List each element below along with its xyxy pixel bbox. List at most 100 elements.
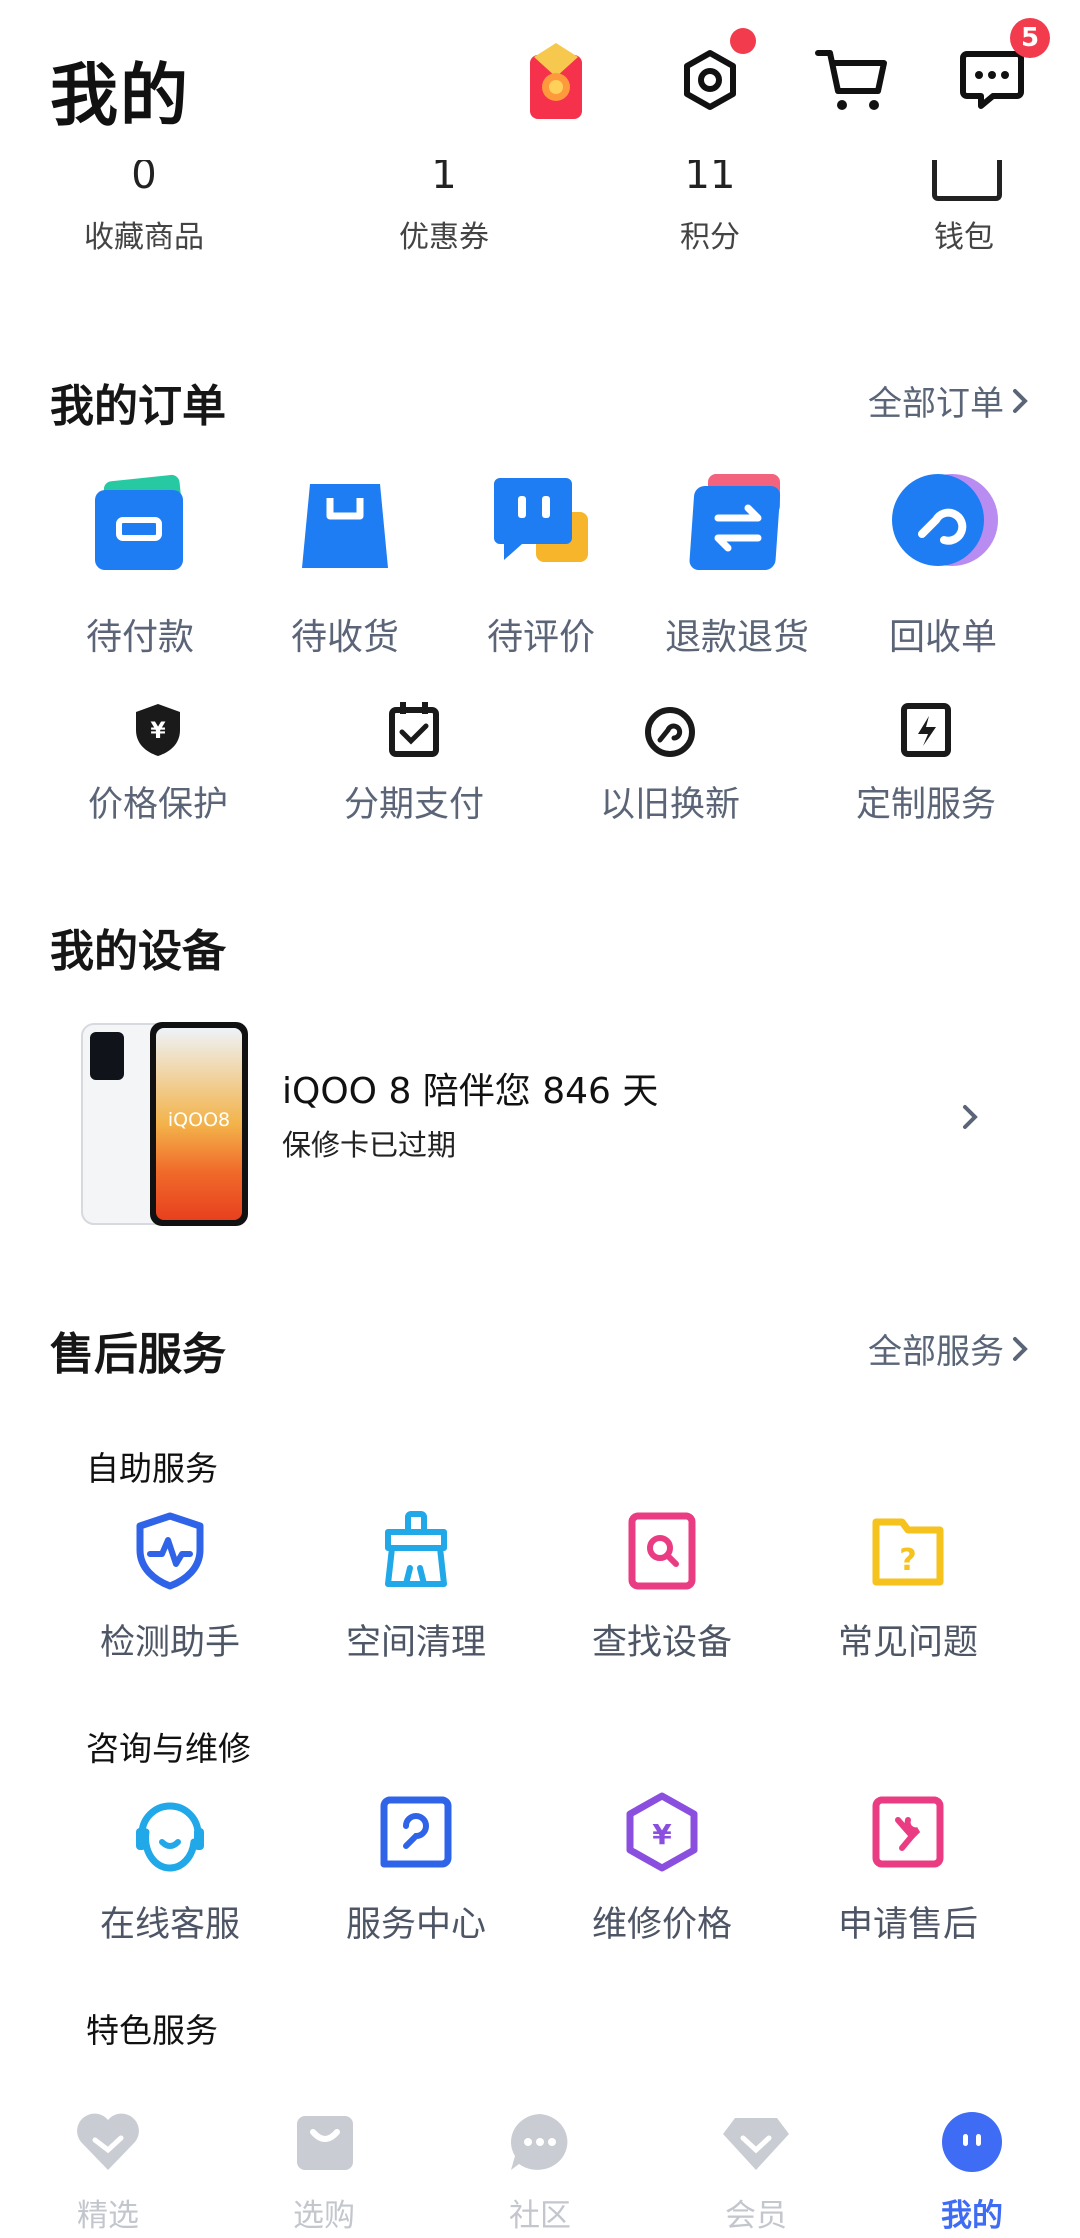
bag-icon (289, 2110, 359, 2174)
apply-after-sales-icon (868, 1792, 948, 1872)
nav-me-label: 我的 (941, 2198, 1003, 2234)
chevron-right-icon (1013, 1336, 1028, 1361)
all-services-link[interactable]: 全部服务 (868, 1324, 1030, 1373)
stat-coupons[interactable]: 优惠券 (334, 212, 554, 256)
service-center[interactable]: 服务中心 (316, 1792, 516, 1947)
featured-service-title: 特色服务 (86, 2011, 218, 2050)
repair-price[interactable]: ¥ 维修价格 (562, 1792, 762, 1947)
stat-value-coupons: 1 (431, 160, 457, 190)
wallet-icon (85, 468, 195, 578)
stat-favorites[interactable]: 收藏商品 (34, 212, 254, 256)
bottom-nav: 精选 选购 社区 会员 我的 (0, 2080, 1080, 2238)
nav-featured-label: 精选 (77, 2198, 139, 2234)
order-pending-receipt-label: 待收货 (290, 617, 399, 658)
custom-service-icon (898, 700, 954, 760)
order-refund[interactable]: 退款退货 (652, 468, 822, 660)
cart-icon (815, 50, 887, 110)
heart-icon (73, 2110, 143, 2174)
stat-points[interactable]: 积分 (600, 212, 820, 256)
trade-in-icon (642, 700, 698, 760)
svg-text:iQOO8: iQOO8 (168, 1109, 230, 1131)
installment[interactable]: 分期支付 (314, 700, 514, 827)
trade-in-label: 以旧换新 (599, 785, 740, 825)
order-recycle[interactable]: 回收单 (858, 468, 1028, 660)
warranty-status: 保修卡已过期 (282, 1128, 457, 1162)
device-name: iQOO 8 陪伴您 846 天 (282, 1071, 659, 1112)
chat-icon (505, 2110, 575, 2174)
device-image: iQOO8 (80, 1018, 252, 1228)
online-support-label: 在线客服 (99, 1905, 240, 1945)
installment-label: 分期支付 (343, 785, 484, 825)
order-recycle-label: 回收单 (888, 617, 997, 658)
recycle-icon (888, 468, 998, 578)
all-services-label: 全部服务 (868, 1332, 1004, 1372)
svg-text:¥: ¥ (150, 719, 166, 744)
red-envelope-icon (530, 43, 582, 119)
find-device[interactable]: 查找设备 (562, 1510, 762, 1665)
service-center-icon (376, 1792, 456, 1872)
nav-me[interactable]: 我的 (902, 2110, 1042, 2235)
nav-featured[interactable]: 精选 (38, 2110, 178, 2235)
find-device-label: 查找设备 (591, 1623, 732, 1663)
order-pending-payment-label: 待付款 (85, 617, 194, 658)
online-support[interactable]: 在线客服 (70, 1792, 270, 1947)
wallet-icon (932, 160, 1002, 201)
gear-icon (684, 50, 736, 110)
apply-after-sales[interactable]: 申请售后 (808, 1792, 1008, 1947)
cart-button[interactable] (812, 40, 892, 120)
nav-shop-label: 选购 (293, 2198, 355, 2234)
messages-button[interactable]: 5 (952, 18, 1050, 120)
headset-icon (130, 1792, 210, 1872)
message-icon (960, 51, 1024, 109)
detect-assistant-label: 检测助手 (99, 1623, 240, 1663)
clean-icon (376, 1510, 456, 1590)
space-clean-label: 空间清理 (345, 1623, 486, 1663)
stat-value-favorites: 0 (131, 160, 157, 190)
refund-icon (682, 468, 792, 578)
space-clean[interactable]: 空间清理 (316, 1510, 516, 1665)
message-badge: 5 (1010, 18, 1050, 58)
faq[interactable]: ? 常见问题 (808, 1510, 1008, 1665)
detect-assistant[interactable]: 检测助手 (70, 1510, 270, 1665)
orders-title: 我的订单 (50, 381, 226, 432)
nav-community[interactable]: 社区 (470, 2110, 610, 2235)
order-pending-payment[interactable]: 待付款 (55, 468, 225, 660)
faq-icon: ? (868, 1510, 948, 1590)
self-service-title: 自助服务 (86, 1449, 218, 1488)
after-sales-title: 售后服务 (50, 1329, 226, 1380)
chevron-right-icon (963, 1105, 978, 1129)
service-center-label: 服务中心 (345, 1905, 486, 1945)
apply-after-sales-label: 申请售后 (837, 1905, 978, 1945)
custom-service-label: 定制服务 (855, 785, 996, 825)
device-card[interactable]: iQOO8 iQOO 8 陪伴您 846 天 保修卡已过期 (80, 1010, 1020, 1226)
order-refund-label: 退款退货 (664, 617, 809, 658)
consult-repair-title: 咨询与维修 (86, 1729, 251, 1768)
device-title: 我的设备 (50, 926, 226, 977)
svg-text:¥: ¥ (652, 1818, 672, 1851)
nav-member[interactable]: 会员 (686, 2110, 826, 2235)
stat-wallet[interactable]: 钱包 (854, 212, 1074, 256)
find-device-icon (622, 1510, 702, 1590)
review-icon (486, 468, 596, 578)
nav-member-label: 会员 (725, 2198, 787, 2234)
repair-price-icon: ¥ (622, 1792, 702, 1872)
order-pending-receipt[interactable]: 待收货 (260, 468, 430, 660)
faq-label: 常见问题 (837, 1623, 978, 1663)
svg-text:?: ? (899, 1543, 916, 1578)
order-pending-review[interactable]: 待评价 (456, 468, 626, 660)
profile-icon (937, 2110, 1007, 2174)
all-orders-label: 全部订单 (868, 384, 1004, 424)
settings-button[interactable] (670, 28, 756, 120)
order-pending-review-label: 待评价 (486, 617, 595, 658)
nav-shop[interactable]: 选购 (254, 2110, 394, 2235)
all-orders-link[interactable]: 全部订单 (868, 376, 1030, 425)
detect-icon (130, 1510, 210, 1590)
settings-dot (730, 28, 756, 54)
trade-in[interactable]: 以旧换新 (570, 700, 770, 827)
custom-service[interactable]: 定制服务 (826, 700, 1026, 827)
red-envelope-button[interactable] (515, 40, 595, 120)
installment-icon (386, 700, 442, 760)
page-title: 我的 (50, 57, 191, 136)
price-protect[interactable]: ¥ 价格保护 (58, 700, 258, 827)
diamond-icon (721, 2110, 791, 2174)
